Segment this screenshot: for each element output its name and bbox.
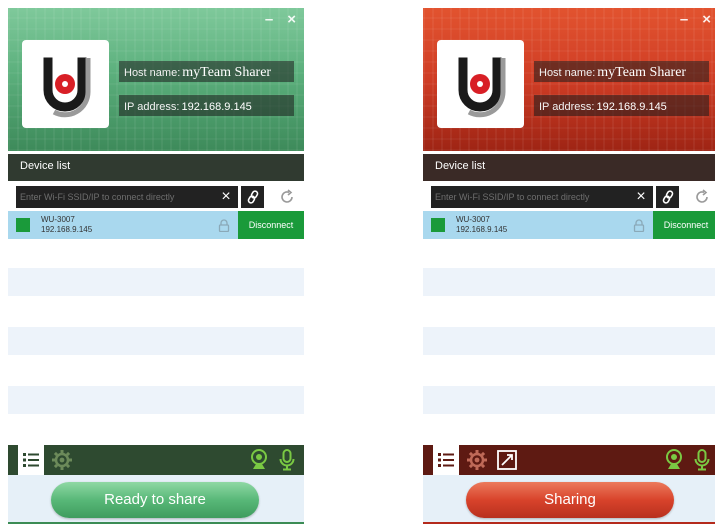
host-name-label: Host name:	[539, 67, 596, 79]
bottom-toolbar	[8, 445, 304, 475]
list-icon	[23, 453, 39, 467]
link-icon	[662, 190, 673, 204]
direct-connect-input[interactable]	[431, 186, 653, 208]
link-icon	[247, 190, 258, 204]
host-name-field: Host name: myTeam Sharer	[534, 61, 709, 82]
ip-address-value: 192.168.9.145	[596, 101, 667, 113]
list-icon	[438, 453, 454, 467]
device-name: WU-3007	[456, 215, 490, 224]
empty-list-row	[423, 268, 715, 296]
disconnect-button[interactable]: Disconnect	[653, 211, 715, 239]
close-button[interactable]: ×	[287, 12, 296, 28]
lock-icon	[633, 219, 645, 232]
device-list-item[interactable]: WU-3007 192.168.9.145 Disconnect	[8, 211, 304, 239]
empty-list-row	[8, 327, 304, 355]
header: – × Host name: myTeam Sharer IP address: 1…	[8, 8, 304, 151]
device-list-tab[interactable]	[18, 445, 44, 475]
minimize-button[interactable]: –	[680, 12, 688, 28]
ip-address-field: IP address: 192.168.9.145	[119, 95, 294, 116]
webcam-icon[interactable]	[664, 449, 684, 471]
empty-list-row	[423, 327, 715, 355]
minimize-button[interactable]: –	[265, 12, 273, 28]
device-list-header: Device list	[423, 154, 715, 181]
screen-extend-icon[interactable]	[496, 449, 518, 471]
ip-address-label: IP address:	[539, 101, 595, 113]
device-status-indicator	[431, 218, 445, 232]
empty-list-row	[8, 386, 304, 414]
app-logo-icon	[43, 57, 91, 118]
microphone-icon[interactable]	[278, 449, 296, 471]
connect-link-button[interactable]	[240, 186, 264, 208]
host-name-value: myTeam Sharer	[597, 65, 687, 80]
empty-list-row	[423, 386, 715, 414]
webcam-icon[interactable]	[249, 449, 269, 471]
app-logo-icon	[458, 57, 506, 118]
gear-icon[interactable]	[51, 449, 73, 471]
host-name-value: myTeam Sharer	[182, 65, 272, 80]
share-area: Ready to share	[8, 475, 304, 524]
clear-icon[interactable]: ×	[631, 187, 651, 207]
device-list-tab[interactable]	[433, 445, 459, 475]
ip-address-label: IP address:	[124, 101, 180, 113]
refresh-icon[interactable]	[693, 188, 711, 206]
share-button[interactable]: Ready to share	[51, 482, 259, 518]
ip-address-field: IP address: 192.168.9.145	[534, 95, 709, 116]
device-list-header: Device list	[8, 154, 304, 181]
device-list-title: Device list	[435, 160, 486, 172]
app-logo	[22, 40, 109, 128]
device-ip: 192.168.9.145	[456, 225, 508, 234]
share-area: Sharing	[423, 475, 715, 524]
device-list-item[interactable]: WU-3007 192.168.9.145 Disconnect	[423, 211, 715, 239]
device-name: WU-3007	[41, 215, 75, 224]
direct-connect-input[interactable]	[16, 186, 238, 208]
close-button[interactable]: ×	[702, 12, 711, 28]
device-list-title: Device list	[20, 160, 71, 172]
share-button[interactable]: Sharing	[466, 482, 674, 518]
header: – × Host name: myTeam Sharer IP address: 1…	[423, 8, 715, 151]
disconnect-button[interactable]: Disconnect	[238, 211, 304, 239]
host-name-label: Host name:	[124, 67, 181, 79]
refresh-icon[interactable]	[278, 188, 296, 206]
app-window-ready: – × Host name: myTeam Sharer IP address: 1…	[8, 8, 304, 524]
window-controls: – ×	[265, 12, 296, 28]
clear-icon[interactable]: ×	[216, 187, 236, 207]
empty-list-row	[8, 268, 304, 296]
host-name-field: Host name: myTeam Sharer	[119, 61, 294, 82]
window-controls: – ×	[680, 12, 711, 28]
microphone-icon[interactable]	[693, 449, 711, 471]
app-window-sharing: – × Host name: myTeam Sharer IP address: 1…	[423, 8, 715, 524]
device-ip: 192.168.9.145	[41, 225, 93, 234]
lock-icon	[218, 219, 230, 232]
app-logo	[437, 40, 524, 128]
ip-address-value: 192.168.9.145	[181, 101, 252, 113]
search-row: ×	[431, 186, 711, 208]
gear-icon[interactable]	[466, 449, 488, 471]
device-status-indicator	[16, 218, 30, 232]
bottom-toolbar	[423, 445, 715, 475]
search-row: ×	[16, 186, 296, 208]
connect-link-button[interactable]	[655, 186, 679, 208]
